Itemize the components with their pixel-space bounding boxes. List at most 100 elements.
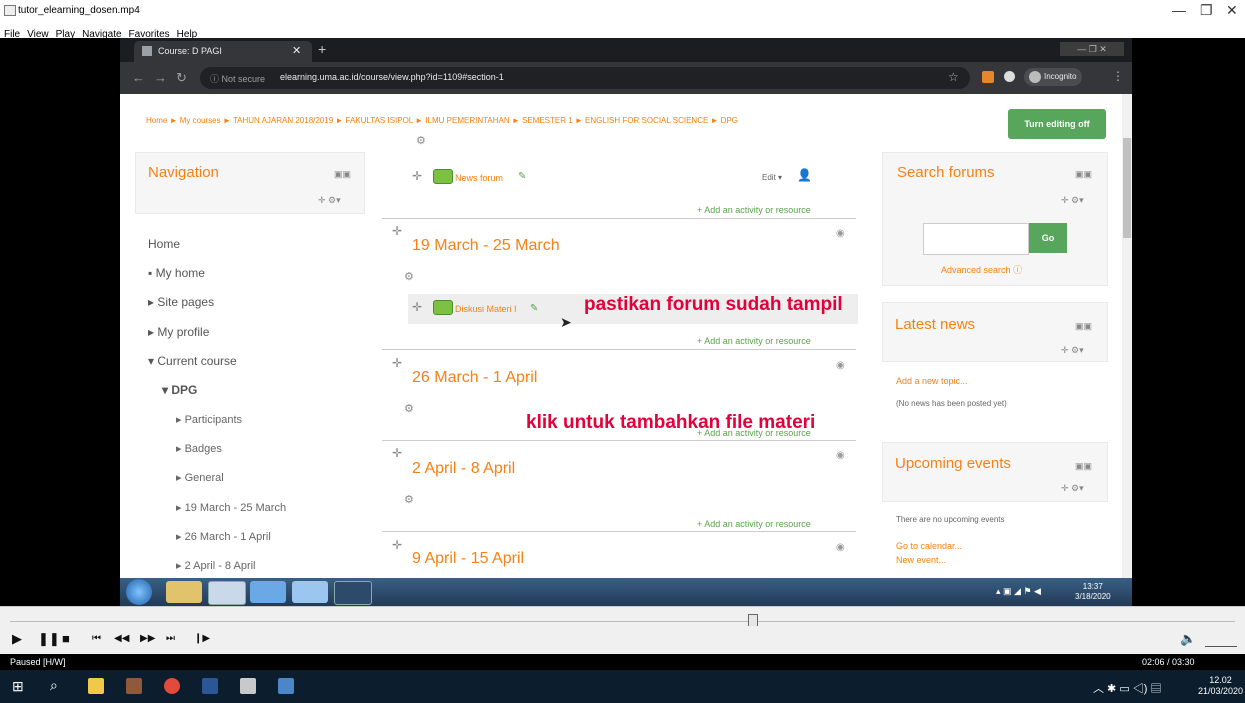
- browser-window-controls[interactable]: — ❐ ✕: [1060, 42, 1124, 56]
- new-event-link[interactable]: New event...: [896, 555, 946, 565]
- next-icon[interactable]: ⏭: [166, 633, 175, 644]
- pause-icon[interactable]: ❚❚: [38, 631, 60, 647]
- search-forums-input[interactable]: [923, 223, 1029, 255]
- go-to-calendar-link[interactable]: Go to calendar...: [896, 541, 962, 551]
- section-move-icon[interactable]: ✛: [392, 538, 402, 552]
- vm-app-icon[interactable]: [334, 581, 372, 605]
- nav-my-home[interactable]: ▪ My home: [148, 266, 205, 280]
- seek-track[interactable]: [10, 621, 1235, 622]
- previous-icon[interactable]: ⏮: [92, 633, 101, 644]
- volume-slider[interactable]: [1205, 634, 1237, 647]
- role-icon[interactable]: 👤: [797, 168, 812, 182]
- incognito-badge[interactable]: Incognito: [1024, 68, 1082, 86]
- section-move-icon[interactable]: ✛: [392, 224, 402, 238]
- go-button[interactable]: Go: [1029, 223, 1067, 253]
- maximize-icon[interactable]: ❐: [1200, 2, 1213, 19]
- hide-section-icon[interactable]: ◉: [836, 228, 845, 239]
- nav-participants[interactable]: ▸ Participants: [176, 413, 242, 426]
- nav-general[interactable]: ▸ General: [176, 471, 224, 484]
- block-actions-icon[interactable]: ✛ ⚙▾: [1061, 483, 1084, 494]
- dock-icon[interactable]: ▣▣: [1075, 321, 1092, 332]
- advanced-search-link[interactable]: Advanced search ⓘ: [941, 263, 1022, 276]
- dock-icon[interactable]: ▣▣: [1075, 461, 1092, 472]
- edit-title-icon[interactable]: ✎: [518, 171, 526, 182]
- new-tab-button[interactable]: +: [318, 41, 326, 57]
- nav-home[interactable]: Home: [148, 237, 180, 251]
- tab-close-icon[interactable]: ✕: [292, 44, 301, 57]
- search-icon[interactable]: ⌕: [50, 677, 58, 694]
- vm-app-icon[interactable]: [250, 581, 286, 603]
- fast-forward-icon[interactable]: ▶▶: [140, 633, 155, 644]
- move-icon[interactable]: ✛: [412, 169, 422, 183]
- section-move-icon[interactable]: ✛: [392, 446, 402, 460]
- chrome-icon[interactable]: [208, 581, 246, 605]
- extension-icon[interactable]: [982, 71, 994, 83]
- extension-dot-icon[interactable]: [1004, 71, 1015, 82]
- media-player-icon[interactable]: [240, 678, 256, 694]
- back-icon[interactable]: ←: [132, 70, 145, 85]
- volume-icon[interactable]: 🔈: [1180, 631, 1196, 647]
- word-icon[interactable]: [202, 678, 218, 694]
- turn-editing-off-button[interactable]: Turn editing off: [1008, 109, 1106, 139]
- edit-title-icon[interactable]: ✎: [530, 303, 538, 314]
- vm-tray-icons[interactable]: ▴ ▣ ◢ ⚑ ◀: [996, 586, 1041, 597]
- section-title-3[interactable]: 2 April - 8 April: [412, 460, 515, 478]
- dock-icon[interactable]: ▣▣: [334, 169, 351, 180]
- add-activity-link-0[interactable]: + Add an activity or resource: [697, 205, 811, 215]
- windows-start-icon[interactable]: ⊞: [12, 678, 24, 695]
- hide-section-icon[interactable]: ◉: [836, 360, 845, 371]
- move-icon[interactable]: ✛: [412, 300, 422, 314]
- block-actions-icon[interactable]: ✛ ⚙▾: [318, 195, 341, 206]
- add-activity-link-1[interactable]: + Add an activity or resource: [697, 336, 811, 346]
- section-move-icon[interactable]: ✛: [392, 356, 402, 370]
- reload-icon[interactable]: ↻: [176, 70, 187, 86]
- edit-menu[interactable]: Edit ▾: [762, 173, 782, 182]
- news-forum-link[interactable]: News forum: [455, 173, 503, 183]
- nav-course[interactable]: ▾ DPG: [162, 383, 197, 397]
- block-actions-icon[interactable]: ✛ ⚙▾: [1061, 195, 1084, 206]
- block-actions-icon[interactable]: ✛ ⚙▾: [1061, 345, 1084, 356]
- nav-badges[interactable]: ▸ Badges: [176, 442, 222, 455]
- browser-menu-icon[interactable]: ⋮: [1112, 69, 1124, 83]
- scrollbar-thumb[interactable]: [1123, 138, 1131, 238]
- section-title-1[interactable]: 19 March - 25 March: [412, 237, 560, 255]
- help-icon[interactable]: ⓘ: [1013, 265, 1022, 275]
- play-icon[interactable]: ▶: [12, 631, 22, 647]
- security-indicator[interactable]: ⓘ Not secure: [210, 72, 265, 85]
- dock-icon[interactable]: ▣▣: [1075, 169, 1092, 180]
- diskusi-materi-link[interactable]: Diskusi Materi I: [455, 304, 517, 314]
- app-icon[interactable]: [126, 678, 142, 694]
- minimize-icon[interactable]: —: [1172, 2, 1186, 18]
- vm-clock[interactable]: 13:37 3/18/2020: [1075, 582, 1111, 602]
- address-bar[interactable]: ⓘ Not secure elearning.uma.ac.id/course/…: [200, 67, 970, 89]
- close-icon[interactable]: ✕: [1226, 2, 1238, 19]
- section-settings-icon[interactable]: ⚙: [416, 134, 426, 147]
- nav-week-1[interactable]: ▸ 19 March - 25 March: [176, 501, 286, 514]
- nav-week-2[interactable]: ▸ 26 March - 1 April: [176, 530, 271, 543]
- chrome-taskbar-icon[interactable]: [164, 678, 180, 694]
- url-text[interactable]: elearning.uma.ac.id/course/view.php?id=1…: [280, 72, 504, 82]
- seek-bar[interactable]: [0, 606, 1245, 628]
- section-settings-icon[interactable]: ⚙: [404, 402, 414, 415]
- vm-app-icon[interactable]: [292, 581, 328, 603]
- nav-my-profile[interactable]: ▸ My profile: [148, 325, 209, 339]
- section-title-4[interactable]: 9 April - 15 April: [412, 550, 524, 568]
- add-activity-link-3[interactable]: + Add an activity or resource: [697, 519, 811, 529]
- explorer-icon[interactable]: [166, 581, 202, 603]
- hide-section-icon[interactable]: ◉: [836, 542, 845, 553]
- file-explorer-icon[interactable]: [88, 678, 104, 694]
- section-settings-icon[interactable]: ⚙: [404, 493, 414, 506]
- section-title-2[interactable]: 26 March - 1 April: [412, 369, 537, 387]
- section-settings-icon[interactable]: ⚙: [404, 270, 414, 283]
- nav-week-3[interactable]: ▸ 2 April - 8 April: [176, 559, 256, 572]
- app-icon[interactable]: [278, 678, 294, 694]
- frame-step-icon[interactable]: ❙▶: [194, 633, 210, 644]
- breadcrumb[interactable]: Home ► My courses ► TAHUN AJARAN 2018/20…: [146, 116, 738, 125]
- stop-icon[interactable]: ■: [62, 631, 70, 646]
- add-topic-link[interactable]: Add a new topic...: [896, 376, 968, 386]
- nav-site-pages[interactable]: ▸ Site pages: [148, 295, 214, 309]
- nav-current-course[interactable]: ▾ Current course: [148, 354, 237, 368]
- windows-clock[interactable]: 12.02 21/03/2020: [1198, 675, 1243, 697]
- hide-section-icon[interactable]: ◉: [836, 450, 845, 461]
- forward-icon[interactable]: →: [154, 70, 167, 85]
